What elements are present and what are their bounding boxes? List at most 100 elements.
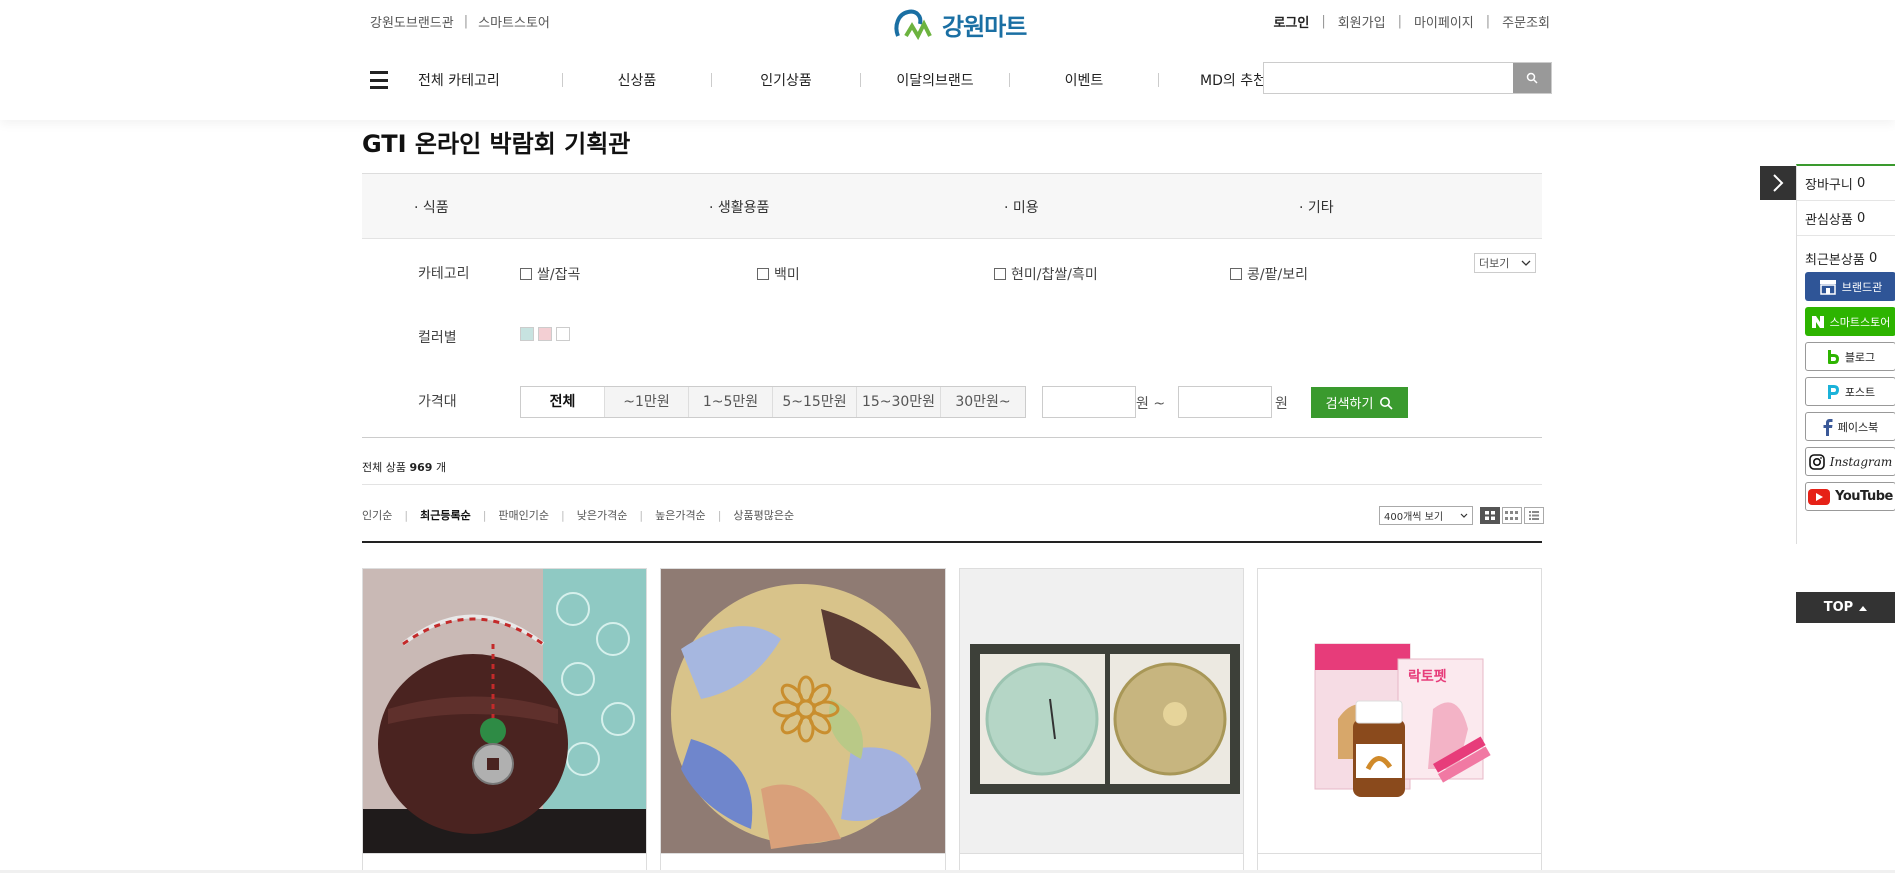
brand-hall-link[interactable]: 강원도브랜드관 xyxy=(370,12,454,31)
youtube-button[interactable]: YouTube xyxy=(1805,482,1895,511)
divider: | xyxy=(1321,14,1326,29)
filter-search-button[interactable]: 검색하기 xyxy=(1311,387,1408,418)
divider: | xyxy=(717,508,722,522)
instagram-button[interactable]: Instagram xyxy=(1805,447,1895,476)
list-view-icon[interactable] xyxy=(1524,507,1544,524)
checkbox-box[interactable] xyxy=(757,268,769,280)
more-button[interactable]: 더보기 xyxy=(1474,253,1536,273)
sort-most-reviews[interactable]: 상품평많은순 xyxy=(733,507,794,523)
price-tabs: 전체 ~1만원 1~5만원 5~15만원 15~30만원 30만원~ xyxy=(520,386,1026,418)
nav-all-categories[interactable]: 전체 카테고리 xyxy=(418,70,530,90)
sort-best-selling[interactable]: 판매인기순 xyxy=(498,507,549,523)
instagram-label: Instagram xyxy=(1829,454,1893,469)
subcategory-label: 현미/찹쌀/흑미 xyxy=(1011,267,1098,283)
product-image-marble-soap[interactable] xyxy=(661,569,945,854)
checkbox-box[interactable] xyxy=(1230,268,1242,280)
search-bar xyxy=(1263,62,1552,94)
subcategory-checkbox[interactable]: 콩/팥/보리 xyxy=(1230,264,1308,284)
subcategory-checkbox[interactable]: 백미 xyxy=(757,264,800,284)
nav-brand-of-month[interactable]: 이달의브랜드 xyxy=(893,70,977,90)
sort-popular[interactable]: 인기순 xyxy=(362,507,392,523)
product-image-lactopet[interactable]: 락토펫 xyxy=(1257,569,1541,854)
quick-menu: 장바구니 0 관심상품 0 최근본상품 0 브랜드관 스마트스토어 블로그 포스… xyxy=(1796,164,1895,544)
post-button[interactable]: 포스트 xyxy=(1805,377,1895,406)
mypage-link[interactable]: 마이페이지 xyxy=(1414,12,1474,31)
post-icon xyxy=(1826,384,1840,400)
price-tab-over-300k[interactable]: 30만원~ xyxy=(941,387,1025,417)
checkbox-box[interactable] xyxy=(994,268,1006,280)
youtube-icon xyxy=(1808,488,1831,505)
divider: | xyxy=(404,508,409,522)
grid-view-icon[interactable] xyxy=(1480,507,1500,524)
brand-hall-button[interactable]: 브랜드관 xyxy=(1805,272,1895,301)
price-max-input[interactable] xyxy=(1178,386,1272,418)
checkbox-box[interactable] xyxy=(520,268,532,280)
color-swatch-mint[interactable] xyxy=(520,327,534,341)
category-label: 카테고리 xyxy=(418,266,470,282)
order-lookup-link[interactable]: 주문조회 xyxy=(1502,12,1550,31)
product-image-pouch-jar[interactable] xyxy=(363,569,647,854)
price-min-input[interactable] xyxy=(1042,386,1136,418)
won-unit: 원 xyxy=(1275,396,1288,412)
blog-button[interactable]: 블로그 xyxy=(1805,342,1895,371)
product-card[interactable] xyxy=(362,568,648,873)
site-logo[interactable]: 강원마트 xyxy=(892,6,1028,42)
facebook-button[interactable]: 페이스북 xyxy=(1805,412,1895,441)
cart-label: 장바구니 xyxy=(1805,177,1853,193)
search-input[interactable] xyxy=(1264,63,1513,93)
price-tab-50k-150k[interactable]: 5~15만원 xyxy=(773,387,857,417)
subcategory-label: 콩/팥/보리 xyxy=(1247,267,1308,283)
price-tab-150k-300k[interactable]: 15~30만원 xyxy=(857,387,941,417)
gallery-view-icon[interactable] xyxy=(1502,507,1522,524)
per-page-select[interactable]: 400개씩 보기 xyxy=(1379,506,1473,525)
divider xyxy=(1158,73,1159,87)
nav-new-products[interactable]: 신상품 xyxy=(595,70,679,90)
category-etc[interactable]: · 기타 xyxy=(1299,197,1334,217)
quick-recent[interactable]: 최근본상품 0 xyxy=(1797,236,1895,272)
page-title: GTI 온라인 박람회 기획관 xyxy=(362,130,631,158)
divider: | xyxy=(482,508,487,522)
smartstore-link[interactable]: 스마트스토어 xyxy=(478,12,550,31)
view-mode-toggle xyxy=(1478,507,1544,524)
quick-cart[interactable]: 장바구니 0 xyxy=(1797,166,1895,201)
color-swatch-pink[interactable] xyxy=(538,327,552,341)
product-image-soap-set[interactable] xyxy=(959,569,1243,854)
login-link[interactable]: 로그인 xyxy=(1273,12,1309,31)
menu-icon[interactable] xyxy=(370,71,388,89)
nav-popular[interactable]: 인기상품 xyxy=(744,70,828,90)
price-tab-all[interactable]: 전체 xyxy=(521,387,605,417)
quick-wishlist[interactable]: 관심상품 0 xyxy=(1797,201,1895,236)
user-links: 로그인 | 회원가입 | 마이페이지 | 주문조회 xyxy=(1273,12,1550,31)
quickbar-toggle[interactable] xyxy=(1760,166,1796,200)
category-beauty[interactable]: · 미용 xyxy=(1004,197,1039,217)
sort-high-price[interactable]: 높은가격순 xyxy=(655,507,706,523)
smartstore-label: 스마트스토어 xyxy=(1829,315,1891,329)
won-unit: 원 ~ xyxy=(1136,396,1166,412)
product-card[interactable] xyxy=(660,568,946,873)
nav-event[interactable]: 이벤트 xyxy=(1042,70,1126,90)
subcategory-checkbox[interactable]: 쌀/잡곡 xyxy=(520,264,580,284)
product-card[interactable]: 락토펫 xyxy=(1256,568,1542,873)
logo-mark-icon xyxy=(892,6,942,42)
price-tab-under-10k[interactable]: ~1만원 xyxy=(605,387,689,417)
divider xyxy=(1009,73,1010,87)
divider xyxy=(860,73,861,87)
smartstore-button[interactable]: 스마트스토어 xyxy=(1805,307,1895,336)
sort-low-price[interactable]: 낮은가격순 xyxy=(577,507,628,523)
subcategory-checkbox[interactable]: 현미/찹쌀/흑미 xyxy=(994,264,1098,284)
product-card[interactable] xyxy=(958,568,1244,873)
price-tab-10k-50k[interactable]: 1~5만원 xyxy=(689,387,773,417)
top-label: TOP xyxy=(1823,600,1854,615)
scroll-top-button[interactable]: TOP xyxy=(1796,592,1895,623)
total-suffix: 개 xyxy=(435,461,447,474)
filter-panel: · 식품 · 생활용품 · 미용 · 기타 카테고리 쌀/잡곡 백미 현미/찹쌀… xyxy=(362,173,1542,438)
color-swatch-white[interactable] xyxy=(556,327,570,341)
color-label: 컬러별 xyxy=(418,330,457,346)
search-button[interactable] xyxy=(1513,63,1551,93)
category-living[interactable]: · 생활용품 xyxy=(709,197,769,217)
signup-link[interactable]: 회원가입 xyxy=(1338,12,1386,31)
divider xyxy=(362,541,1542,543)
category-food[interactable]: · 식품 xyxy=(414,197,449,217)
top-links: 강원도브랜드관 | 스마트스토어 xyxy=(370,12,550,31)
sort-recent[interactable]: 최근등록순 xyxy=(420,507,471,523)
